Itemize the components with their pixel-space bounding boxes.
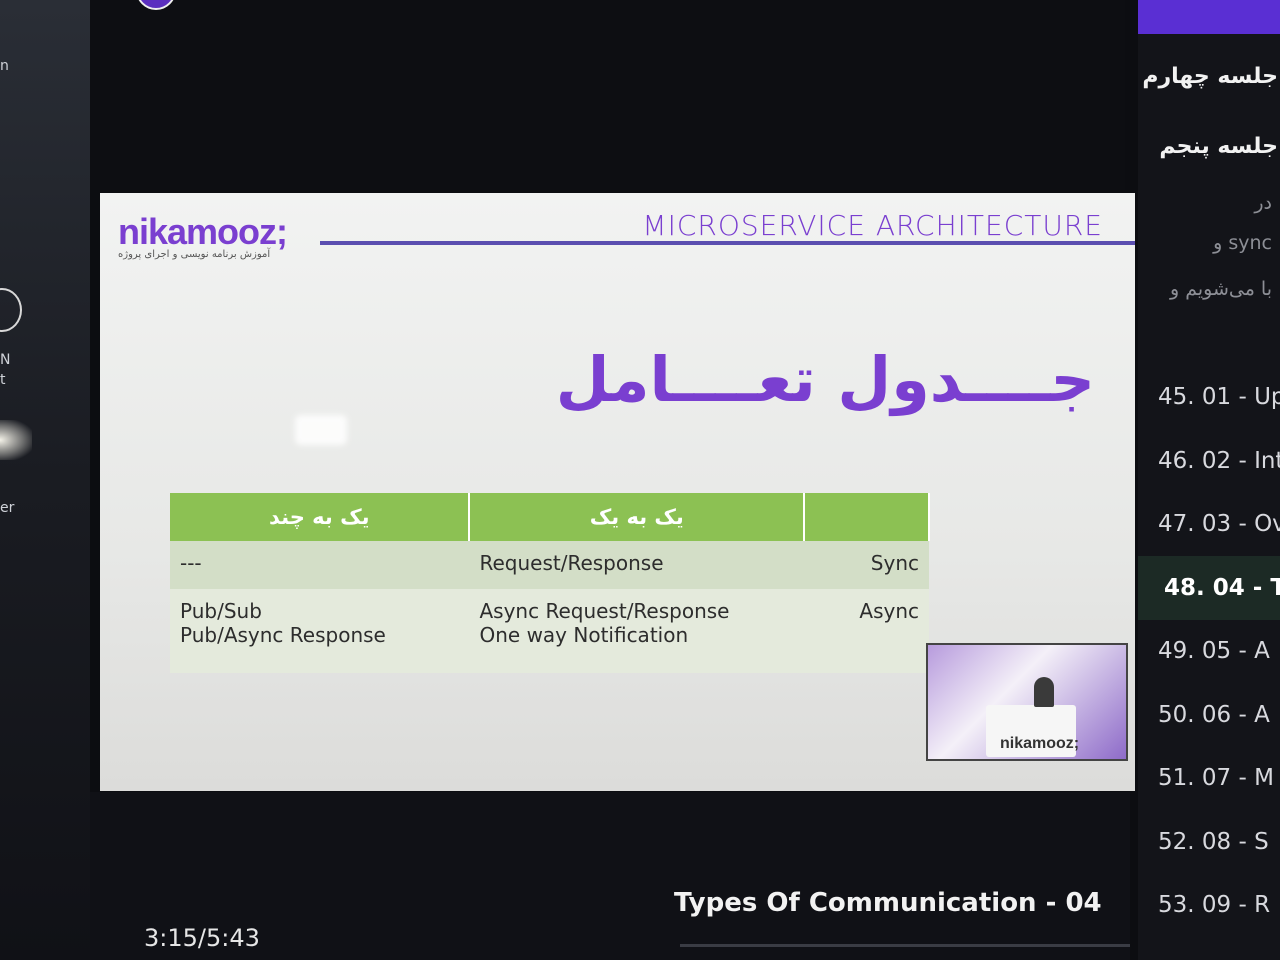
webcam-logo: nikamooz; bbox=[1000, 735, 1080, 752]
player-top-area bbox=[90, 0, 1125, 190]
playlist-item[interactable]: 53. 09 - R bbox=[1158, 892, 1270, 918]
lesson-title: Types Of Communication - 04 bbox=[674, 888, 1102, 918]
progress-bar[interactable] bbox=[680, 944, 1130, 947]
row-label: Async bbox=[804, 589, 929, 673]
playlist-item[interactable]: 47. 03 - Ov bbox=[1158, 511, 1280, 537]
light-reflection bbox=[295, 415, 347, 445]
timecode: 3:15/5:43 bbox=[144, 924, 260, 952]
playlist-item[interactable]: 46. 02 - Int bbox=[1158, 448, 1280, 474]
heading-divider bbox=[320, 241, 1135, 245]
light-glare bbox=[0, 420, 32, 460]
section-header[interactable]: جلسه پنجم bbox=[1159, 134, 1278, 159]
playlist-banner bbox=[1138, 0, 1280, 34]
cell-line: Async Request/Response bbox=[479, 599, 730, 623]
slide-heading: MICROSERVICE ARCHITECTURE bbox=[642, 209, 1103, 242]
section-header[interactable]: جلسه چهارم bbox=[1142, 64, 1278, 89]
table-cell: --- bbox=[170, 541, 470, 589]
playlist-item[interactable]: 49. 05 - A bbox=[1158, 638, 1270, 664]
table-header: یک به یک bbox=[469, 493, 806, 541]
brand-tagline: آموزش برنامه نویسی و اجرای پروژه bbox=[118, 249, 271, 260]
brand-logo: nikamooz; bbox=[118, 211, 288, 252]
playlist-item[interactable]: 50. 06 - A bbox=[1158, 702, 1270, 728]
cell-line: Pub/Async Response bbox=[180, 623, 386, 647]
table-header: یک به چند bbox=[170, 493, 471, 541]
cell-line: One way Notification bbox=[479, 623, 689, 647]
table-cell: Pub/Sub Pub/Async Response bbox=[170, 589, 470, 673]
playlist-item[interactable]: 51. 07 - M bbox=[1158, 765, 1274, 791]
cell-line: Pub/Sub bbox=[180, 599, 262, 623]
communication-table: یک به چند یک به یک --- Request/Response … bbox=[170, 493, 930, 673]
table-cell: Async Request/Response One way Notificat… bbox=[469, 589, 805, 673]
presenter-webcam: nikamooz; bbox=[926, 643, 1128, 761]
presenter bbox=[1034, 677, 1054, 707]
table-row: Pub/Sub Pub/Async Response Async Request… bbox=[170, 589, 929, 673]
circle-icon bbox=[0, 288, 22, 332]
row-label: Sync bbox=[804, 541, 929, 589]
section-description: sync و bbox=[1213, 232, 1272, 254]
playlist-item-active[interactable]: 48. 04 - T bbox=[1138, 556, 1280, 620]
slide-title: جــــدول تعــــامل bbox=[555, 343, 1095, 416]
window-text-fragment: n bbox=[0, 58, 9, 74]
section-description: با می‌شویم و bbox=[1169, 278, 1272, 300]
table-cell: Request/Response bbox=[469, 541, 805, 589]
window-text-fragment: N bbox=[0, 352, 11, 368]
table-row: --- Request/Response Sync bbox=[170, 541, 929, 589]
table-header bbox=[804, 493, 930, 541]
video-frame[interactable]: nikamooz; آموزش برنامه نویسی و اجرای پرو… bbox=[100, 193, 1135, 791]
background-window-strip: n N t er bbox=[0, 0, 90, 960]
playlist-item[interactable]: 45. 01 - Up bbox=[1158, 384, 1280, 410]
window-text-fragment: t bbox=[0, 372, 6, 388]
section-description: در bbox=[1254, 192, 1272, 214]
window-text-fragment: er bbox=[0, 500, 15, 516]
playlist-item[interactable]: 52. 08 - S bbox=[1158, 829, 1269, 855]
playlist-sidebar: جلسه چهارم جلسه پنجم در sync و با می‌شوی… bbox=[1138, 0, 1280, 960]
